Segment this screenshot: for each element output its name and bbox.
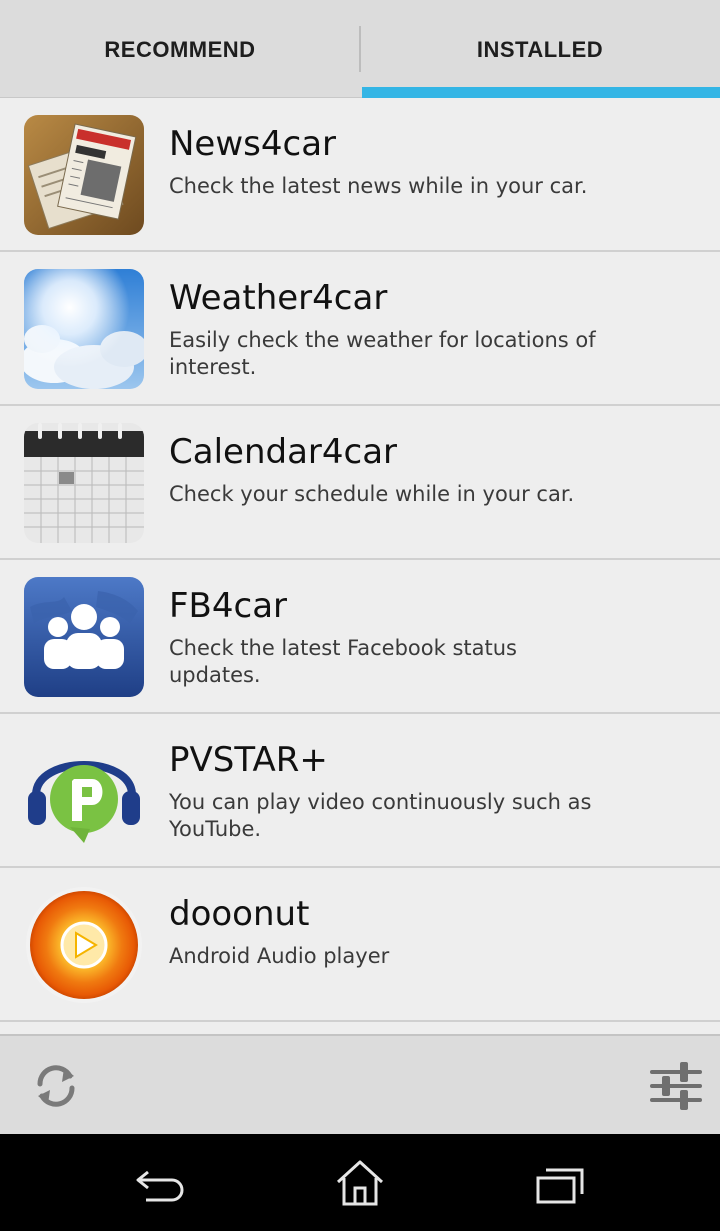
tab-selected-indicator (362, 87, 720, 98)
app-description: Check the latest news while in your car. (169, 174, 588, 198)
calendar-icon (24, 423, 144, 543)
home-icon[interactable] (330, 1156, 390, 1208)
list-item-news4car[interactable]: News4car Check the latest news while in … (0, 98, 720, 252)
newspaper-icon (24, 115, 144, 235)
app-description: You can play video continuously such as … (169, 790, 592, 841)
app-description: Android Audio player (169, 944, 390, 968)
sky-clouds-icon (24, 269, 144, 389)
list-item-weather4car[interactable]: Weather4car Easily check the weather for… (0, 252, 720, 406)
bottom-action-bar (0, 1034, 720, 1134)
list-item-pvstar[interactable]: PVSTAR+ You can play video continuously … (0, 714, 720, 868)
disc-play-icon (24, 885, 144, 1005)
tab-bar: RECOMMEND INSTALLED (0, 0, 720, 98)
app-title: Weather4car (169, 278, 388, 318)
list-item-calendar4car[interactable]: Calendar4car Check your schedule while i… (0, 406, 720, 560)
recent-apps-icon[interactable] (530, 1156, 590, 1208)
app-description: Check the latest Facebook status updates… (169, 636, 517, 687)
sliders-icon[interactable] (648, 1058, 704, 1114)
app-title: FB4car (169, 586, 288, 626)
headphones-p-icon (24, 731, 144, 851)
list-item-fb4car[interactable]: FB4car Check the latest Facebook status … (0, 560, 720, 714)
tab-recommend[interactable]: RECOMMEND (0, 0, 360, 98)
app-description: Check your schedule while in your car. (169, 482, 575, 506)
system-navigation-bar (0, 1134, 720, 1231)
installed-app-list[interactable]: News4car Check the latest news while in … (0, 98, 720, 1034)
app-title: PVSTAR+ (169, 740, 328, 780)
app-title: Calendar4car (169, 432, 398, 472)
app-title: News4car (169, 124, 337, 164)
tab-installed-label: INSTALLED (476, 37, 604, 62)
tab-installed[interactable]: INSTALLED (360, 0, 720, 98)
refresh-icon[interactable] (28, 1058, 84, 1114)
app-description: Easily check the weather for locations o… (169, 328, 596, 379)
people-globe-icon (24, 577, 144, 697)
app-title: dooonut (169, 894, 310, 934)
back-icon[interactable] (130, 1156, 190, 1208)
tab-recommend-label: RECOMMEND (104, 37, 256, 62)
list-item-dooonut[interactable]: dooonut Android Audio player (0, 868, 720, 1022)
